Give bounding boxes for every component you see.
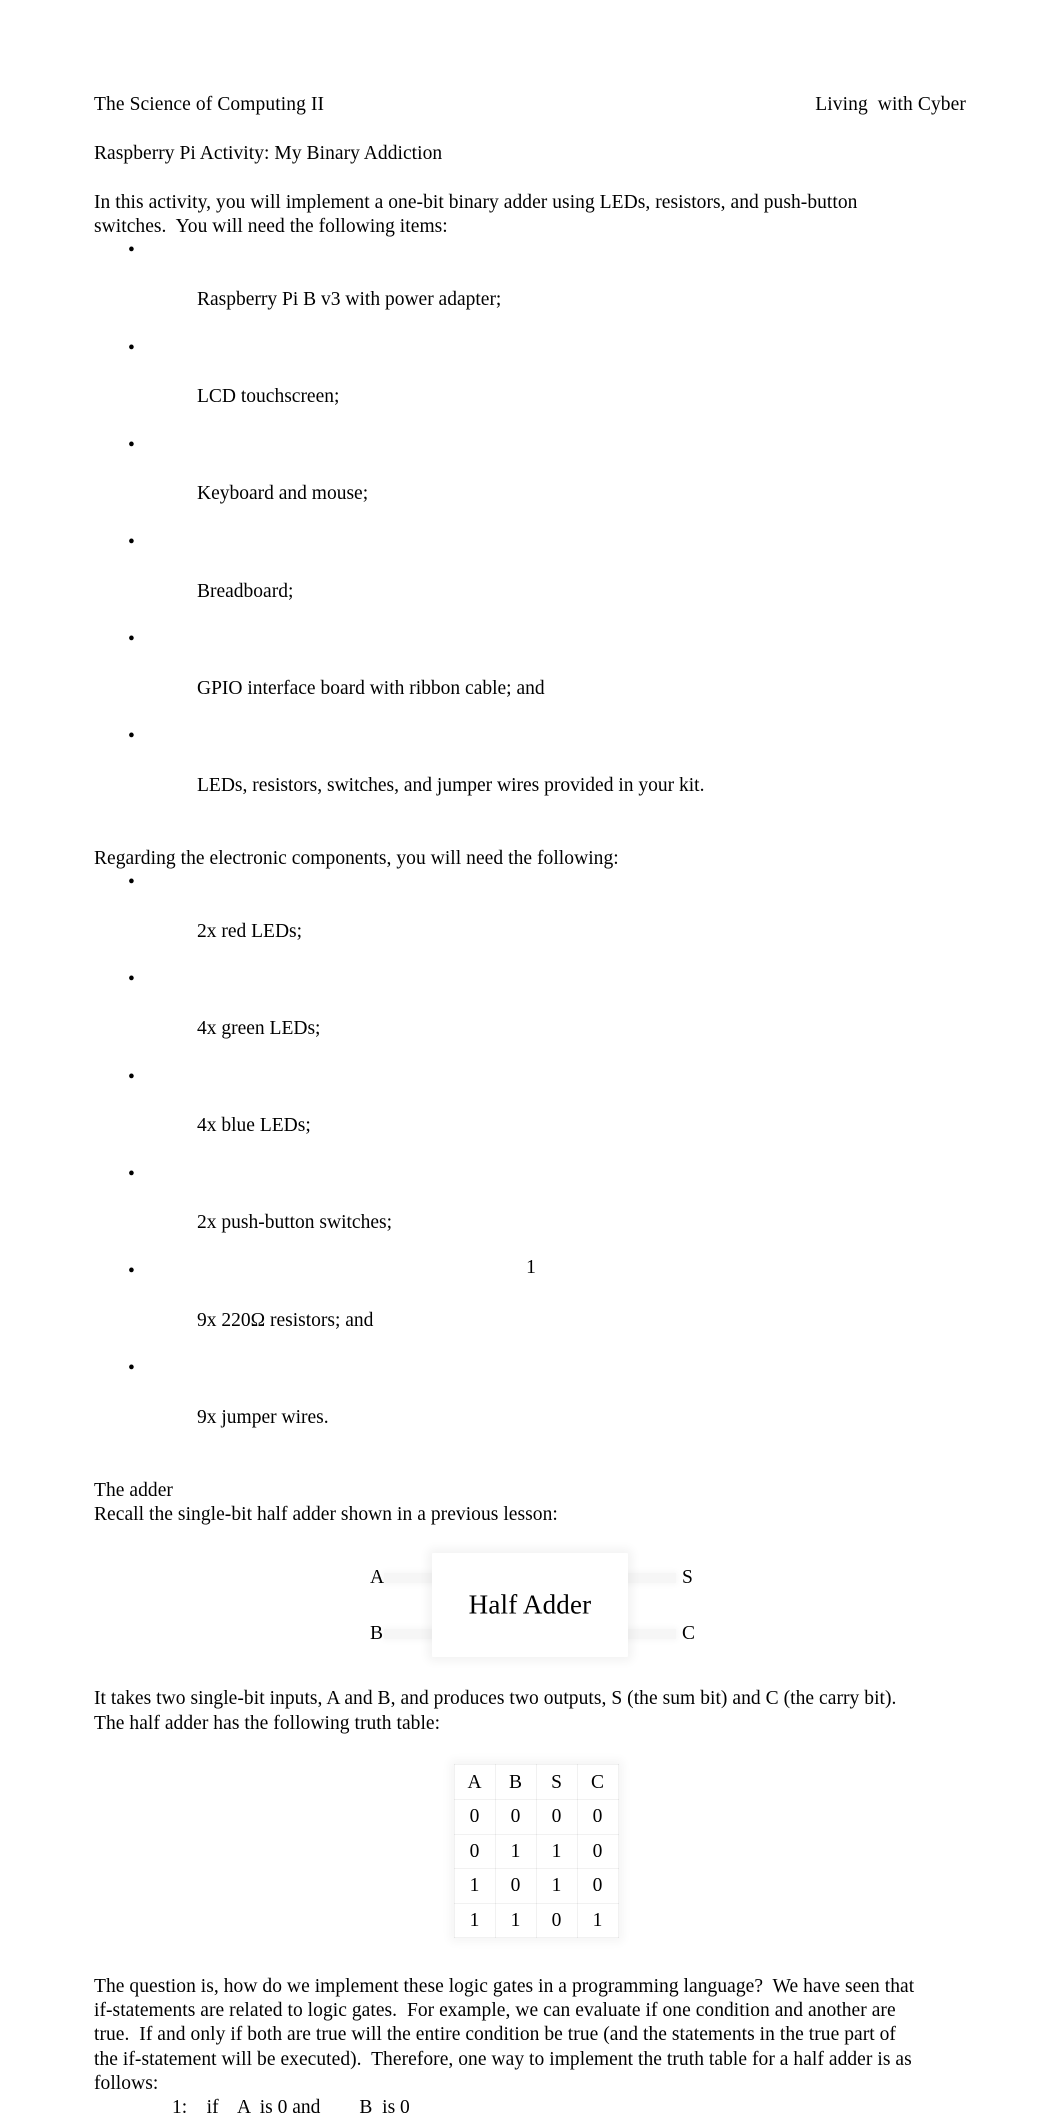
bullet-icon: • bbox=[128, 240, 135, 262]
document-header: The Science of Computing II Living with … bbox=[94, 92, 966, 118]
diagram-label-output-s: S bbox=[682, 1567, 693, 1589]
closing-paragraph: The question is, how do we implement the… bbox=[94, 1975, 915, 2094]
half-adder-block-label: Half Adder bbox=[468, 1589, 592, 1620]
bullet-icon: • bbox=[128, 726, 135, 748]
truth-table-body: 0 0 0 0 0 1 1 0 1 0 1 0 1 1 0 1 bbox=[453, 1799, 619, 1939]
document-content: The Science of Computing II Living with … bbox=[94, 92, 966, 2120]
wire-output-c bbox=[624, 1629, 676, 1639]
column-header-b: B bbox=[494, 1763, 537, 1801]
cell-c: 0 bbox=[576, 1799, 619, 1835]
cell-s: 0 bbox=[535, 1902, 578, 1939]
truth-table-head: A B S C bbox=[453, 1763, 619, 1801]
list-item-label: LEDs, resistors, switches, and jumper wi… bbox=[197, 775, 705, 797]
components-paragraph: Regarding the electronic components, you… bbox=[94, 847, 619, 869]
bullet-icon: • bbox=[128, 1066, 135, 1088]
list-item-label: Raspberry Pi B v3 with power adapter; bbox=[197, 289, 502, 311]
bullet-icon: • bbox=[128, 1358, 135, 1380]
cell-s: 0 bbox=[535, 1799, 578, 1835]
list-item-label: 9x jumper wires. bbox=[197, 1406, 329, 1428]
truth-table-container: A B S C 0 0 0 0 0 1 1 0 1 0 1 0 1 1 0 1 bbox=[94, 1763, 966, 1939]
list-item: • 2x push-button switches; bbox=[94, 1163, 966, 1260]
header-program-title: Living with Cyber bbox=[815, 94, 966, 115]
list-item: • Keyboard and mouse; bbox=[94, 434, 966, 531]
list-item: • Breadboard; bbox=[94, 531, 966, 628]
cell-a: 0 bbox=[453, 1833, 496, 1870]
cell-a: 1 bbox=[453, 1902, 496, 1939]
cell-s: 1 bbox=[535, 1833, 578, 1870]
wire-output-s bbox=[624, 1573, 676, 1583]
diagram-label-input-b: B bbox=[370, 1623, 384, 1645]
wire-input-b bbox=[384, 1629, 436, 1639]
document-page: The Science of Computing II Living with … bbox=[0, 0, 1062, 2118]
diagram-label-output-c: C bbox=[682, 1623, 696, 1645]
cell-c: 1 bbox=[576, 1902, 619, 1939]
bullet-icon: • bbox=[128, 872, 135, 894]
half-adder-diagram: Half Adder A B S C bbox=[94, 1545, 966, 1675]
list-item: • GPIO interface board with ribbon cable… bbox=[94, 628, 966, 725]
column-header-a: A bbox=[453, 1763, 496, 1801]
required-items-list: • Raspberry Pi B v3 with power adapter; … bbox=[94, 239, 966, 822]
list-item-label: LCD touchscreen; bbox=[197, 386, 340, 408]
cell-b: 0 bbox=[494, 1868, 537, 1904]
truth-table: A B S C 0 0 0 0 0 1 1 0 1 0 1 0 1 1 0 1 bbox=[453, 1763, 619, 1939]
list-item-label: 4x green LEDs; bbox=[197, 1017, 321, 1039]
cell-b: 0 bbox=[494, 1799, 537, 1835]
table-row: 0 0 0 0 bbox=[453, 1799, 619, 1835]
list-item-label: Keyboard and mouse; bbox=[197, 483, 369, 505]
list-item: • 4x green LEDs; bbox=[94, 968, 966, 1065]
cell-b: 1 bbox=[494, 1902, 537, 1939]
half-adder-block: Half Adder bbox=[432, 1553, 628, 1658]
wire-input-a bbox=[384, 1573, 436, 1583]
list-item: • LEDs, resistors, switches, and jumper … bbox=[94, 725, 966, 822]
cell-b: 1 bbox=[494, 1833, 537, 1870]
after-diagram-paragraph: It takes two single-bit inputs, A and B,… bbox=[94, 1688, 897, 1734]
bullet-icon: • bbox=[128, 337, 135, 359]
table-row: 1 1 0 1 bbox=[453, 1902, 619, 1939]
recall-paragraph: Recall the single-bit half adder shown i… bbox=[94, 1503, 558, 1525]
bullet-icon: • bbox=[128, 1163, 135, 1185]
list-item-label: 2x red LEDs; bbox=[197, 920, 303, 942]
cell-c: 0 bbox=[576, 1868, 619, 1904]
pseudocode-line-1: 1: if A is 0 and B is 0 bbox=[172, 2097, 410, 2119]
list-item-label: Breadboard; bbox=[197, 580, 294, 602]
bullet-icon: • bbox=[128, 969, 135, 991]
list-item-label: 9x 220Ω resistors; and bbox=[197, 1309, 374, 1331]
list-item: • 9x jumper wires. bbox=[94, 1357, 966, 1454]
list-item-label: 2x push-button switches; bbox=[197, 1212, 392, 1234]
cell-c: 0 bbox=[576, 1833, 619, 1870]
list-item-label: 4x blue LEDs; bbox=[197, 1115, 311, 1137]
list-item: • LCD touchscreen; bbox=[94, 337, 966, 434]
cell-a: 0 bbox=[453, 1799, 496, 1835]
section-heading-the-adder: The adder bbox=[94, 1479, 173, 1501]
column-header-c: C bbox=[576, 1763, 619, 1801]
column-header-s: S bbox=[535, 1763, 578, 1801]
table-header-row: A B S C bbox=[453, 1763, 619, 1801]
activity-title: Raspberry Pi Activity: My Binary Addicti… bbox=[94, 143, 443, 165]
bullet-icon: • bbox=[128, 434, 135, 456]
bullet-icon: • bbox=[128, 629, 135, 651]
diagram-label-input-a: A bbox=[370, 1567, 385, 1589]
table-row: 1 0 1 0 bbox=[453, 1868, 619, 1904]
list-item-label: GPIO interface board with ribbon cable; … bbox=[197, 677, 545, 699]
list-item: • 2x red LEDs; bbox=[94, 871, 966, 968]
list-item: • Raspberry Pi B v3 with power adapter; bbox=[94, 239, 966, 336]
intro-paragraph: In this activity, you will implement a o… bbox=[94, 191, 858, 238]
page-number: 1 bbox=[526, 1257, 536, 1278]
cell-a: 1 bbox=[453, 1868, 496, 1904]
header-course-title: The Science of Computing II bbox=[94, 94, 325, 115]
bullet-icon: • bbox=[128, 532, 135, 554]
components-list: • 2x red LEDs; • 4x green LEDs; • 4x blu… bbox=[94, 871, 966, 1454]
table-row: 0 1 1 0 bbox=[453, 1833, 619, 1870]
cell-s: 1 bbox=[535, 1868, 578, 1904]
list-item: • 4x blue LEDs; bbox=[94, 1066, 966, 1163]
